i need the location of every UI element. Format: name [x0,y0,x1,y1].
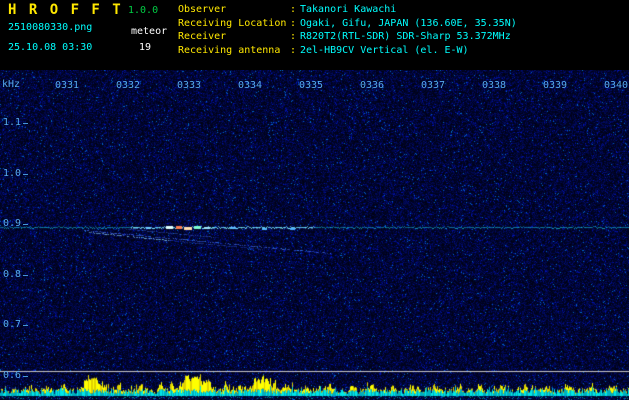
freq-tick-label: 0.9 [2,218,21,229]
freq-tick-mark [23,375,28,377]
time-tick-label: 0331 [55,80,80,91]
time-tick-label: 0334 [238,80,263,91]
hrofft-output: H R O F F T 1.0.0 2510080330.png meteor … [0,0,629,400]
freq-tick-label: 1.0 [2,167,21,179]
freq-tick-label: 1.1 [2,117,21,128]
time-tick-label: 0335 [299,80,324,91]
time-tick-label: 0338 [482,80,507,91]
time-tick-label: 0333 [177,80,202,91]
time-tick-label: 0332 [116,80,141,91]
time-tick-label: 0337 [421,80,446,91]
freq-tick-label: 0.6 [2,369,21,381]
freq-tick-mark [23,325,28,326]
axis-layer: 0331 0332 0333 0334 0335 0336 0337 0338 0339 0340… [0,0,629,400]
freq-tick-label: 0.8 [2,268,21,280]
freq-tick-mark [23,224,28,225]
freq-tick-label: 0.7 [2,319,21,330]
freq-tick-mark [23,173,28,175]
time-tick-label: 0340 [604,80,629,91]
freq-tick-mark [23,274,28,276]
time-tick-label: 0339 [543,80,568,91]
time-tick-label: 0336 [360,80,385,91]
freq-tick-mark [23,123,28,124]
